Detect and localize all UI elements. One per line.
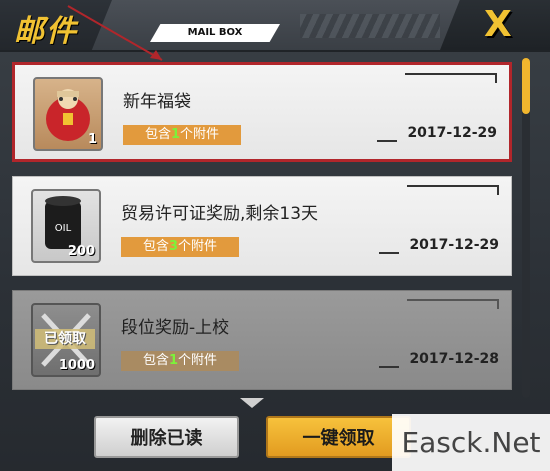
mail-list: 1 新年福袋 包含1个附件 2017-12-29 OIL 200 贸易许可证奖励… (12, 62, 520, 402)
attach-prefix: 包含 (144, 127, 171, 142)
claim-all-button[interactable]: 一键领取 (266, 416, 411, 458)
icon-count: 1 (87, 132, 97, 147)
attach-count: 1 (170, 127, 181, 142)
arrow-line (67, 5, 163, 61)
attachment-icon-box: 1 (33, 77, 103, 151)
mail-title: 段位奖励-上校 (121, 318, 230, 338)
delete-read-button[interactable]: 删除已读 (94, 416, 239, 458)
mail-decoration (405, 73, 497, 83)
attachment-icon-box: 已领取 1000 (31, 303, 101, 377)
attach-count: 1 (168, 353, 179, 368)
attach-count: 3 (168, 239, 179, 254)
mail-title: 新年福袋 (123, 92, 191, 112)
claimed-stamp: 已领取 (35, 329, 95, 349)
date-divider (379, 252, 399, 254)
mail-decoration (407, 299, 499, 309)
attach-suffix: 个附件 (178, 239, 218, 254)
mail-date: 2017-12-29 (409, 237, 499, 253)
mail-item-rank-reward[interactable]: 已领取 1000 段位奖励-上校 包含1个附件 2017-12-28 (12, 290, 512, 390)
mail-decoration (407, 185, 499, 195)
attachment-icon-box: OIL 200 (31, 189, 101, 263)
date-divider (377, 140, 397, 142)
icon-count: 200 (67, 244, 95, 259)
site-watermark: Easck.Net (392, 414, 550, 471)
attach-prefix: 包含 (142, 353, 169, 368)
attachment-badge: 包含1个附件 (123, 125, 241, 145)
attachment-badge: 包含1个附件 (121, 351, 239, 371)
oil-label: OIL (55, 223, 72, 234)
icon-count: 1000 (58, 358, 95, 373)
mailbox-panel: 邮件 MAIL BOX X 1 新年福袋 包含1个附件 2017-12-29 O… (0, 0, 550, 471)
mail-date: 2017-12-28 (409, 351, 499, 367)
mail-list-scrollbar[interactable] (522, 58, 530, 398)
attach-suffix: 个附件 (180, 127, 220, 142)
mail-item-trade-license[interactable]: OIL 200 贸易许可证奖励,剩余13天 包含3个附件 2017-12-29 (12, 176, 512, 276)
mail-item-lucky-bag[interactable]: 1 新年福袋 包含1个附件 2017-12-29 (12, 62, 512, 162)
attach-prefix: 包含 (142, 239, 169, 254)
attachment-badge: 包含3个附件 (121, 237, 239, 257)
scroll-down-indicator-icon (240, 398, 264, 408)
attach-suffix: 个附件 (178, 353, 218, 368)
date-divider (379, 366, 399, 368)
mail-date: 2017-12-29 (407, 125, 497, 141)
mail-title: 贸易许可证奖励,剩余13天 (121, 204, 319, 224)
scroll-thumb[interactable] (522, 58, 530, 114)
